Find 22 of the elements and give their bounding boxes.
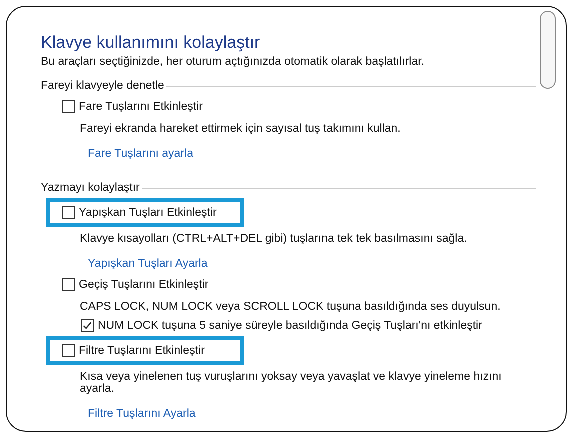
checkbox-label[interactable]: NUM LOCK tuşuna 5 saniye süreyle basıldığında Geçiş Tuşları'nı etkinleştir: [98, 320, 482, 332]
settings-link[interactable]: Yapışkan Tuşları Ayarla: [88, 258, 208, 270]
option-description: Kısa veya yinelenen tuş vuruşlarını yoksay veya yavaşlat ve klavye yineleme hızını ayarla.: [80, 371, 502, 395]
checkbox-label[interactable]: Filtre Tuşlarını Etkinleştir: [79, 344, 205, 356]
option-description: CAPS LOCK, NUM LOCK veya SCROLL LOCK tuşuna basıldığında ses duyulsun.: [80, 301, 501, 313]
checkbox[interactable]: [62, 278, 75, 291]
settings-link[interactable]: Filtre Tuşlarını Ayarla: [88, 408, 196, 420]
option-description: Fareyi ekranda hareket ettirmek için sayısal tuş takımını kullan.: [80, 123, 401, 135]
checkbox[interactable]: [81, 319, 94, 332]
checkbox[interactable]: [62, 344, 75, 357]
section-heading: Yazmayı kolaylaştır: [41, 182, 140, 194]
page-description: Bu araçları seçtiğinizde, her oturum açtığınızda otomatik olarak başlatılırlar.: [41, 56, 426, 68]
option-description: Klavye kısayolları (CTRL+ALT+DEL gibi) tuşlarına tek tek basılmasını sağla.: [80, 233, 468, 245]
settings-link[interactable]: Fare Tuşlarını ayarla: [88, 148, 194, 160]
checkbox-label[interactable]: Fare Tuşlarını Etkinleştir: [79, 100, 203, 112]
checkbox[interactable]: [62, 100, 75, 113]
section-heading: Fareyi klavyeyle denetle: [41, 80, 164, 92]
page-title: Klavye kullanımını kolaylaştır: [41, 33, 262, 53]
checkbox-label[interactable]: Yapışkan Tuşları Etkinleştir: [79, 206, 217, 218]
scrollbar-thumb[interactable]: [540, 11, 556, 89]
checkbox-label[interactable]: Geçiş Tuşlarını Etkinleştir: [79, 278, 209, 290]
checkbox[interactable]: [62, 206, 75, 219]
